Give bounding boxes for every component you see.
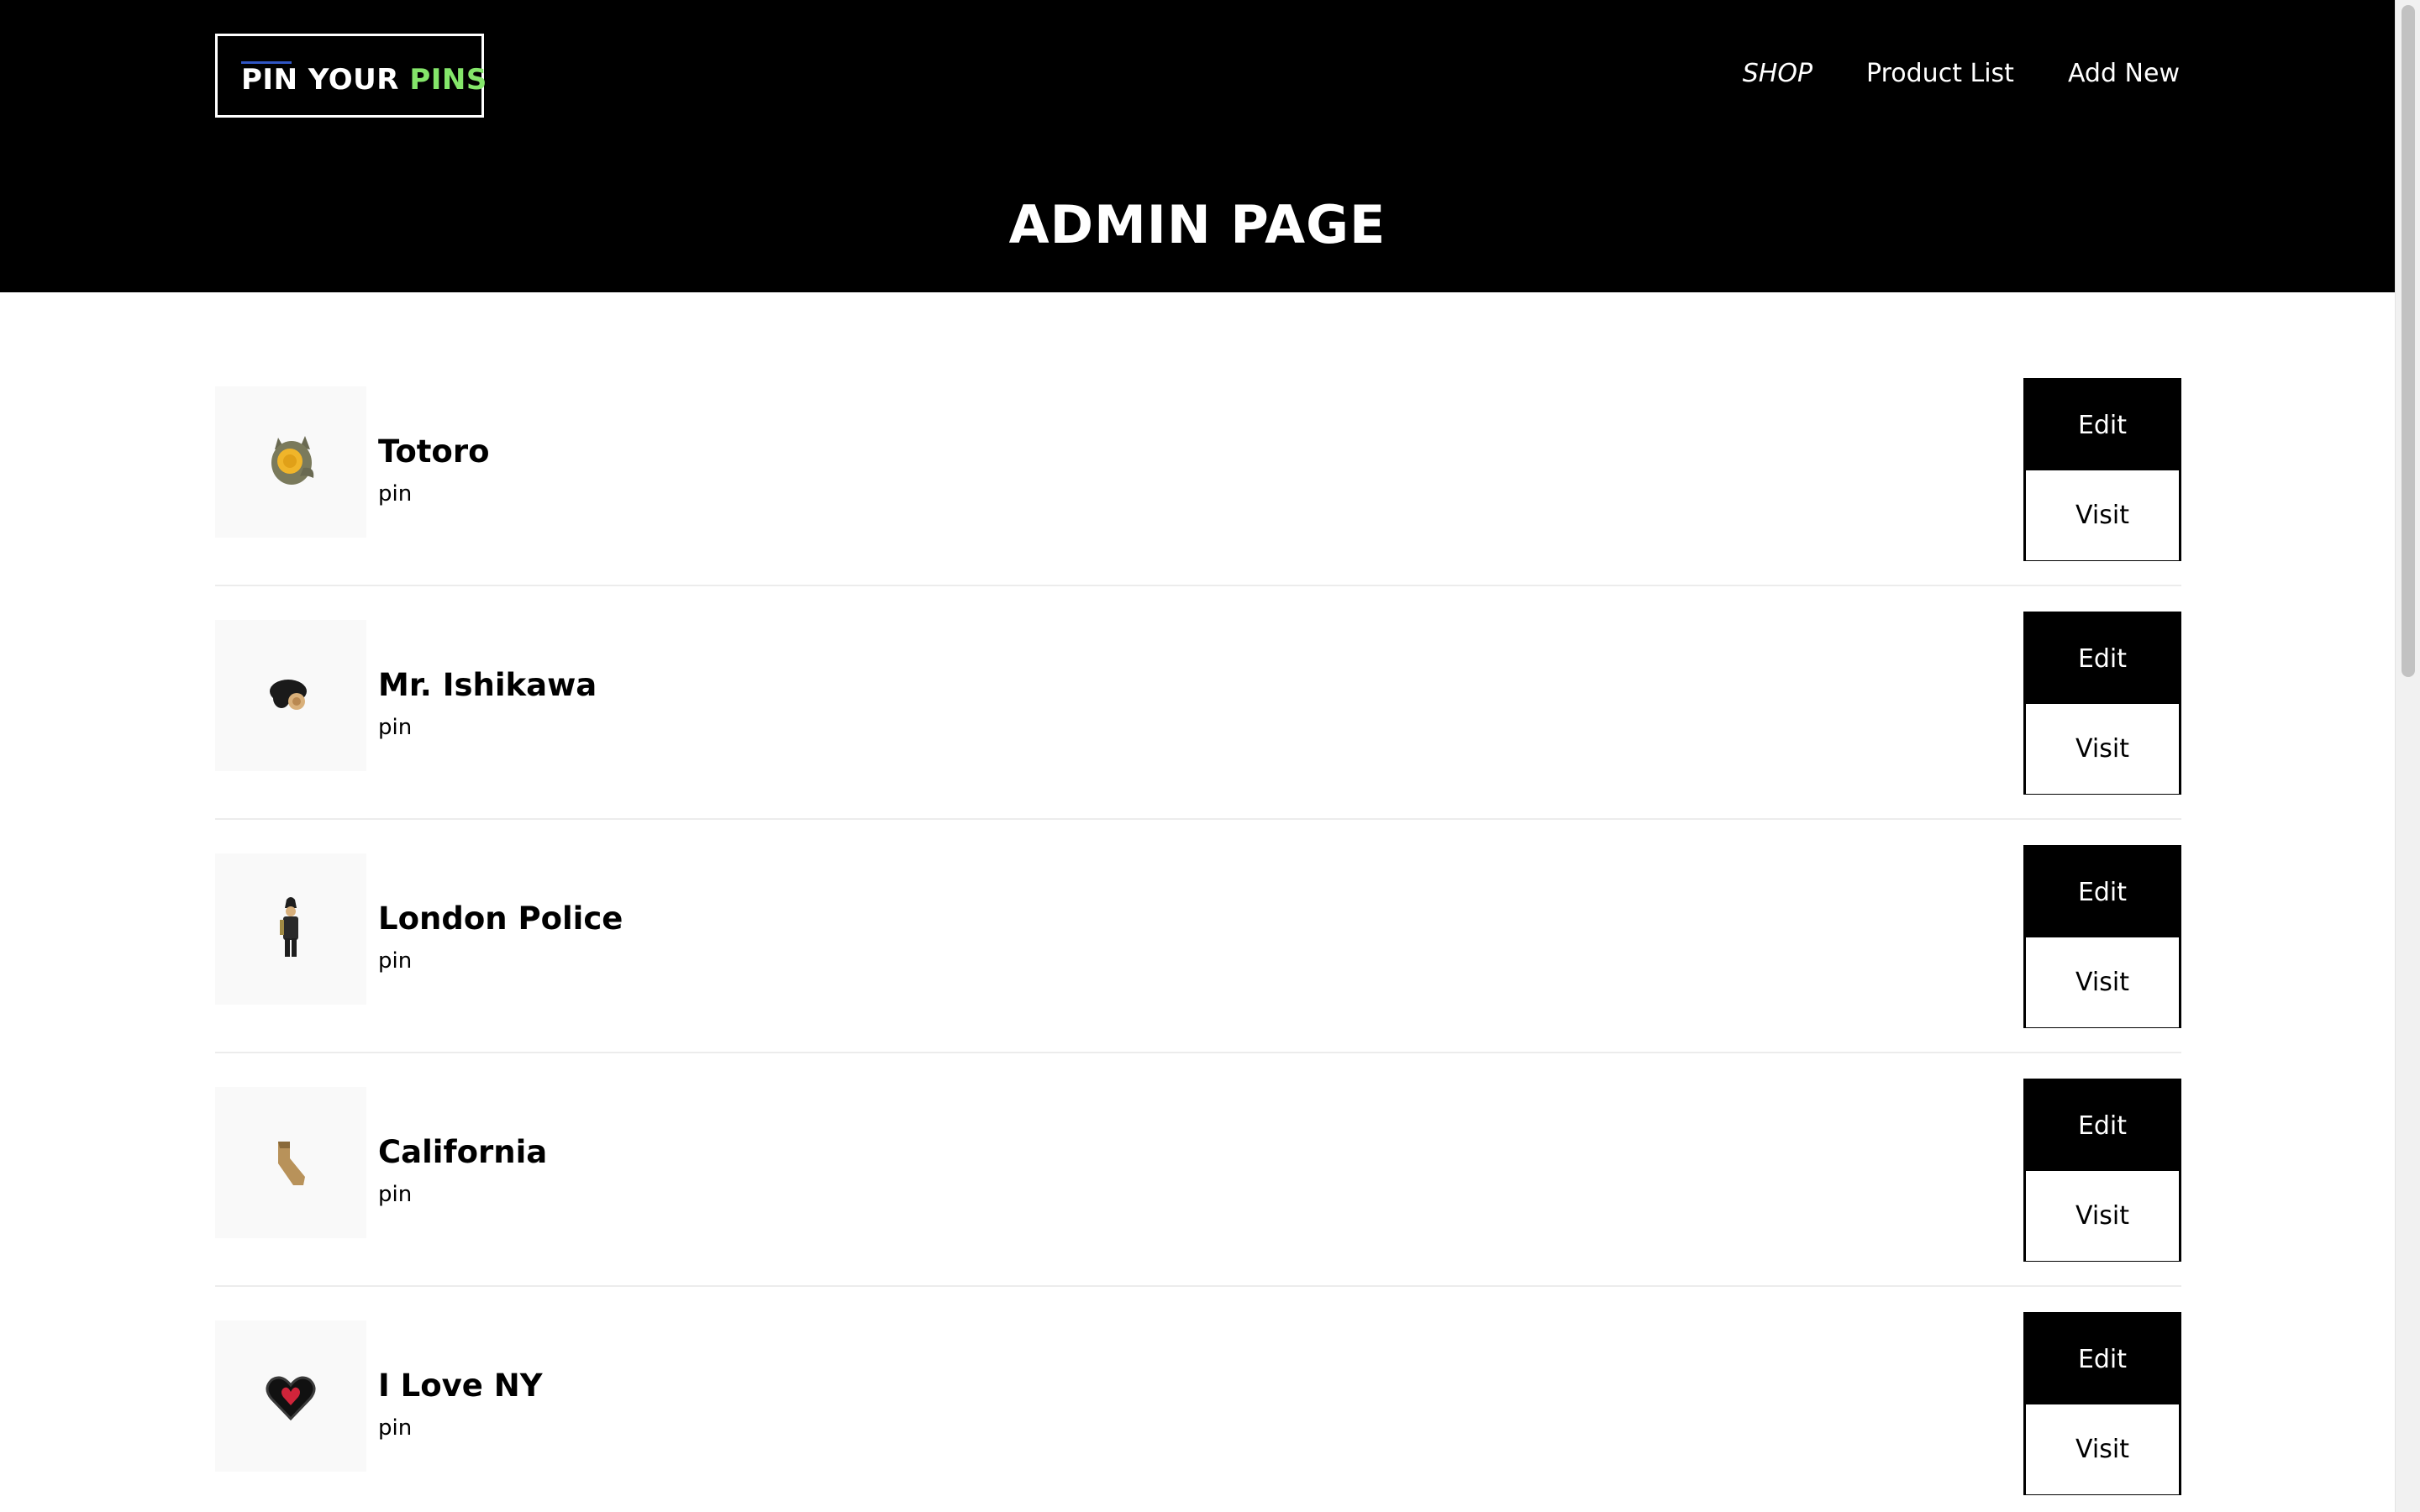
nav-add-new-link[interactable]: Add New [2068,55,2180,92]
visit-button[interactable]: Visit [2026,937,2179,1027]
visit-button[interactable]: Visit [2026,470,2179,560]
site-logo[interactable]: PIN YOUR PINS [215,34,487,118]
product-row: Totoro pin Edit Visit [215,353,2181,586]
product-type: pin [378,715,413,740]
product-name: Mr. Ishikawa [378,667,597,703]
site-header: PIN YOUR PINS SHOP Product List Add New … [0,0,2395,292]
edit-button[interactable]: Edit [2026,1081,2179,1171]
product-type: pin [378,1182,413,1207]
product-actions: Edit Visit [2023,1312,2181,1495]
product-type: pin [378,948,413,974]
nav-shop-link[interactable]: SHOP [1743,55,1812,92]
product-row: California pin Edit Visit [215,1053,2181,1287]
heart-ny-pin-icon [266,1376,316,1421]
product-type: pin [378,481,413,507]
product-type: pin [378,1415,413,1441]
product-actions: Edit Visit [2023,612,2181,795]
london-police-pin-icon [280,897,298,957]
logo-text-part1: PIN YOUR [241,63,410,97]
visit-button[interactable]: Visit [2026,1171,2179,1261]
ishikawa-pin-icon [270,680,307,710]
vertical-scrollbar[interactable] [2395,0,2420,1512]
product-list: Totoro pin Edit Visit Mr. Ishikawa pin E… [215,353,2181,1512]
logo-text-part2: PINS [409,63,487,97]
edit-button[interactable]: Edit [2026,1315,2179,1404]
product-thumbnail [215,1320,366,1472]
product-name: California [378,1134,548,1170]
product-row: London Police pin Edit Visit [215,820,2181,1053]
product-actions: Edit Visit [2023,378,2181,561]
california-pin-icon [278,1142,305,1185]
product-thumbnail [215,853,366,1005]
product-name: Totoro [378,433,490,470]
visit-button[interactable]: Visit [2026,704,2179,794]
scrollbar-thumb[interactable] [2402,5,2415,677]
product-thumbnail [215,1087,366,1238]
product-name: I Love NY [378,1368,543,1404]
product-actions: Edit Visit [2023,845,2181,1028]
edit-button[interactable]: Edit [2026,614,2179,704]
edit-button[interactable]: Edit [2026,848,2179,937]
product-actions: Edit Visit [2023,1079,2181,1262]
main-nav: SHOP Product List Add New [1689,55,2180,92]
totoro-pin-icon [271,436,314,485]
product-row: I Love NY pin Edit Visit [215,1287,2181,1512]
product-row: Mr. Ishikawa pin Edit Visit [215,586,2181,820]
page-title: ADMIN PAGE [1008,194,1386,255]
visit-button[interactable]: Visit [2026,1404,2179,1494]
edit-button[interactable]: Edit [2026,381,2179,470]
product-thumbnail [215,620,366,771]
product-thumbnail [215,386,366,538]
product-name: London Police [378,900,623,937]
nav-product-list-link[interactable]: Product List [1866,55,2014,92]
logo-text: PIN YOUR PINS [241,61,487,98]
